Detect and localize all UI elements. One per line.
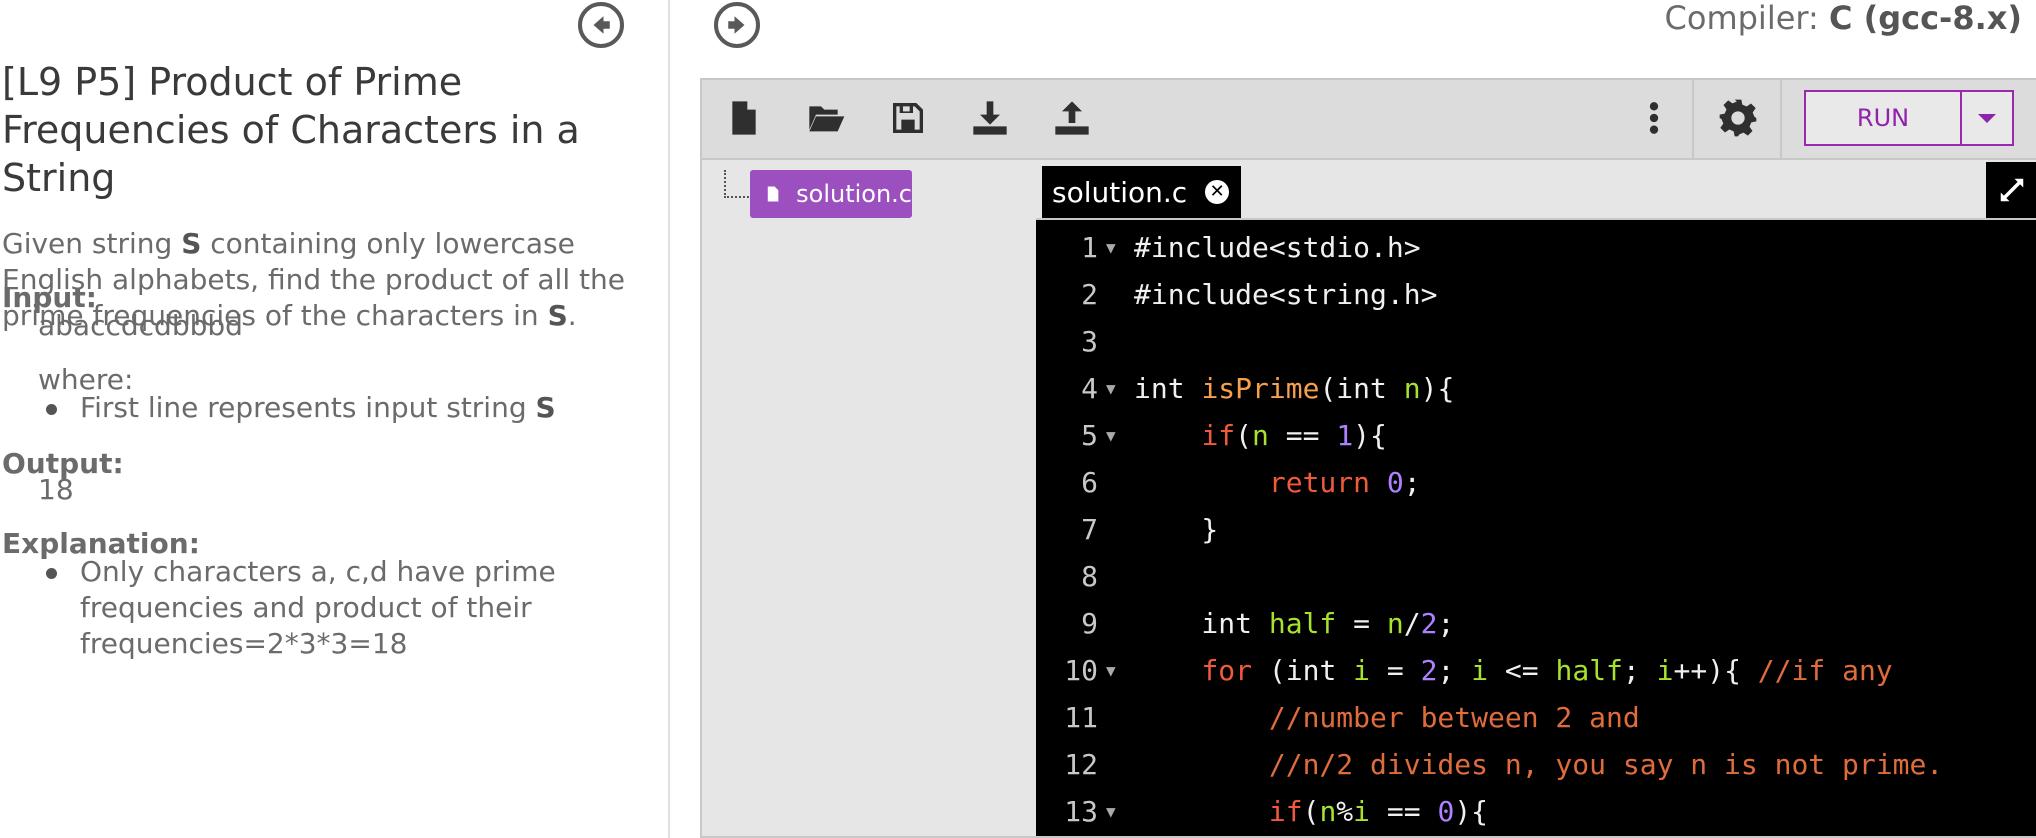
run-button-group: RUN	[1804, 90, 2014, 146]
code-area[interactable]: 1 ▼ #include<stdio.h> 2 #include<string.h> 3 4…	[1036, 220, 2036, 836]
code-line[interactable]: 11 //number between 2 and	[1036, 694, 2036, 741]
run-options-dropdown[interactable]	[1962, 92, 2012, 144]
arrow-right-icon	[728, 16, 745, 34]
problem-panel: [L9 P5] Product of Prime Frequencies of …	[0, 0, 668, 838]
code-text: int isPrime(int n){	[1134, 372, 1455, 405]
fullscreen-button[interactable]	[1986, 162, 2036, 218]
line-number: 6	[1081, 466, 1098, 499]
code-line[interactable]: 13 ▼ if(n%i == 0){	[1036, 788, 2036, 835]
code-text: #include<string.h>	[1134, 278, 1438, 311]
code-text: //number between 2 and	[1268, 701, 1640, 734]
expand-panel-button[interactable]	[714, 2, 760, 48]
where-list-item: First line represents input string S	[44, 390, 644, 426]
code-text: for (int i = 2; i <= half; i++){ //if an…	[1201, 654, 1893, 687]
settings-gear-icon[interactable]	[1718, 98, 1758, 138]
code-line[interactable]: 10 ▼ for (int i = 2; i <= half; i++){ //i…	[1036, 647, 2036, 694]
close-icon[interactable]: ✕	[1205, 180, 1230, 204]
code-line[interactable]: 8	[1036, 553, 2036, 600]
code-text: #include<stdio.h>	[1134, 231, 1421, 264]
code-line[interactable]: 9 int half = n/2;	[1036, 600, 2036, 647]
more-vert-icon[interactable]	[1634, 98, 1674, 138]
code-line[interactable]: 4 ▼ int isPrime(int n){	[1036, 365, 2036, 412]
code-line[interactable]: 5 ▼ if(n == 1){	[1036, 412, 2036, 459]
code-text: }	[1134, 513, 1219, 546]
editor-tab-solution[interactable]: solution.c ✕	[1042, 166, 1242, 218]
line-number: 1	[1081, 231, 1098, 264]
line-number: 2	[1081, 278, 1098, 311]
line-number: 7	[1081, 513, 1098, 546]
code-line[interactable]: 2 #include<string.h>	[1036, 271, 2036, 318]
toolbar-separator	[1692, 80, 1694, 158]
code-line[interactable]: 12 //n/2 divides n, you say n is not pri…	[1036, 741, 2036, 788]
code-text: if(n == 1){	[1201, 419, 1387, 452]
code-ide: RUN solution.c solution.c ✕ 1 ▼ #include<s…	[700, 78, 2036, 838]
collapse-panel-button[interactable]	[578, 2, 624, 48]
fold-toggle-icon[interactable]: ▼	[1106, 788, 1116, 835]
panel-divider[interactable]	[668, 0, 670, 838]
line-number: 4	[1081, 372, 1098, 405]
upload-icon[interactable]	[1052, 98, 1092, 138]
compiler-indicator: Compiler: C (gcc-8.x)	[1664, 0, 2022, 37]
tree-file-solution[interactable]: solution.c	[750, 170, 912, 218]
explanation-list-item: Only characters a, c,d have prime freque…	[44, 554, 604, 664]
new-file-icon[interactable]	[724, 98, 764, 138]
code-line[interactable]: 3	[1036, 318, 2036, 365]
download-icon[interactable]	[970, 98, 1010, 138]
output-value: 18	[38, 473, 74, 506]
line-number: 10	[1064, 654, 1098, 687]
code-line[interactable]: 1 ▼ #include<stdio.h>	[1036, 224, 2036, 271]
toolbar-separator	[1780, 80, 1782, 158]
line-number: 5	[1081, 419, 1098, 452]
line-number: 13	[1064, 795, 1098, 828]
editor-tab-bar: solution.c ✕	[1036, 160, 2036, 220]
fold-toggle-icon[interactable]: ▼	[1106, 647, 1116, 694]
bullet-dot	[46, 568, 57, 579]
bullet-dot	[46, 404, 57, 415]
ide-toolbar: RUN	[702, 80, 2036, 160]
run-button[interactable]: RUN	[1806, 92, 1962, 144]
code-text: //n/2 divides n, you say n is not prime.	[1268, 748, 1944, 781]
code-text: if(n%i == 0){	[1268, 795, 1489, 828]
line-number: 12	[1064, 748, 1098, 781]
fold-toggle-icon[interactable]: ▼	[1106, 365, 1116, 412]
line-number: 9	[1081, 607, 1098, 640]
code-text: int half = n/2;	[1134, 607, 1455, 640]
arrow-left-icon	[593, 16, 610, 34]
fold-toggle-icon[interactable]: ▼	[1106, 412, 1116, 459]
tree-connector	[724, 170, 752, 198]
code-editor: solution.c ✕ 1 ▼ #include<stdio.h> 2 #includ…	[1036, 160, 2036, 836]
expand-icon	[2000, 178, 2024, 202]
open-folder-icon[interactable]	[806, 98, 846, 138]
file-tree: solution.c	[702, 160, 1036, 836]
code-line[interactable]: 7 }	[1036, 506, 2036, 553]
save-icon[interactable]	[888, 98, 928, 138]
chevron-down-icon	[1978, 113, 1996, 123]
line-number: 11	[1064, 701, 1098, 734]
code-line[interactable]: 6 return 0;	[1036, 459, 2036, 506]
problem-title: [L9 P5] Product of Prime Frequencies of …	[2, 60, 580, 200]
input-value: abaccdcdbbbd	[38, 309, 243, 342]
line-number: 8	[1081, 560, 1098, 593]
line-number: 3	[1081, 325, 1098, 358]
fold-toggle-icon[interactable]: ▼	[1106, 224, 1116, 271]
file-icon	[767, 186, 779, 202]
code-text: return 0;	[1268, 466, 1421, 499]
